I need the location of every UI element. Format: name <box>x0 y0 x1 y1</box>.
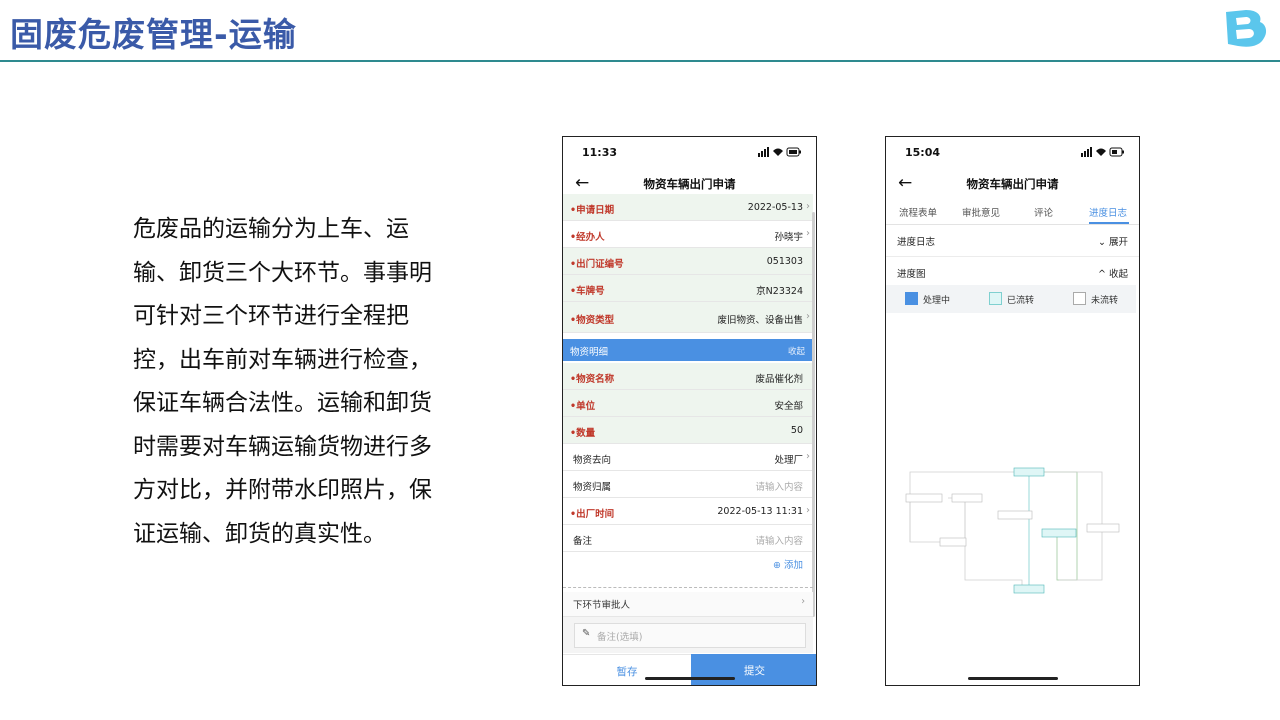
status-bar: 11:33 <box>563 137 816 169</box>
expand-toggle[interactable]: ⌄ 展开 <box>1098 234 1128 248</box>
field-label: •数量 <box>570 428 596 439</box>
progress-log-label: 进度日志 <box>897 237 936 248</box>
field-value: 京N23324 <box>756 286 803 297</box>
ownership-input[interactable]: 请输入内容 <box>755 479 803 493</box>
page-title: 物资车辆出门申请 <box>643 177 736 191</box>
chevron-up-icon: ^ <box>1097 269 1106 280</box>
tab-progress-log[interactable]: 进度日志 <box>1089 205 1127 219</box>
application-form: •申请日期 2022-05-13 › •经办人 孙晓宇 › •出门证编号 051… <box>563 194 813 577</box>
legend-label: 未流转 <box>1091 296 1119 306</box>
title-divider <box>0 60 1280 62</box>
field-value: 2022-05-13 11:31 <box>717 506 803 517</box>
form-row-quantity[interactable]: •数量 50 <box>563 417 813 444</box>
field-value: 处理厂 <box>774 455 803 466</box>
field-label: •申请日期 <box>570 205 615 216</box>
chevron-right-icon: › <box>806 505 810 516</box>
field-value: 孙晓宇 <box>774 232 803 243</box>
material-detail-section: 物资明细 收起 <box>563 339 813 361</box>
status-time: 11:33 <box>582 146 618 159</box>
legend-label: 处理中 <box>923 296 951 306</box>
status-bar: 15:04 <box>886 137 1139 169</box>
home-indicator <box>645 677 735 680</box>
legend-swatch <box>989 292 1002 305</box>
form-row-handler[interactable]: •经办人 孙晓宇 › <box>563 221 813 248</box>
tab-process-form[interactable]: 流程表单 <box>899 205 937 219</box>
field-label: •车牌号 <box>570 286 605 297</box>
legend-label: 已流转 <box>1007 296 1035 306</box>
field-label: •物资类型 <box>570 315 615 326</box>
note-input[interactable]: ✎ 备注(选填) <box>574 623 806 648</box>
phone-screen-form: 11:33 ← 物资车辆出门申请 •申请日期 2022-05-13 › •经办人… <box>562 136 817 686</box>
status-legend: 处理中 已流转 未流转 <box>886 285 1136 313</box>
save-draft-button[interactable]: 暂存 <box>563 654 691 685</box>
tab-bar: 流程表单 审批意见 评论 进度日志 <box>886 199 1139 225</box>
field-label: •单位 <box>570 401 596 412</box>
form-row-apply-date[interactable]: •申请日期 2022-05-13 › <box>563 194 813 221</box>
signal-wifi-battery-icon <box>758 147 801 157</box>
field-label: •出厂时间 <box>570 509 615 520</box>
form-row-destination[interactable]: 物资去向 处理厂 › <box>563 444 813 471</box>
field-label: 备注 <box>573 536 593 547</box>
description-text: 危废品的运输分为上车、运输、卸货三个大环节。事事明可针对三个环节进行全程把控，出… <box>133 216 432 547</box>
field-label: 物资去向 <box>573 455 612 466</box>
page-title: 物资车辆出门申请 <box>966 177 1059 191</box>
form-row-ownership[interactable]: 物资归属 请输入内容 <box>563 471 813 498</box>
bottom-action-bar: 暂存 提交 <box>563 654 816 685</box>
collapse-toggle[interactable]: ^ 收起 <box>1098 266 1128 280</box>
form-row-plate-number[interactable]: •车牌号 京N23324 <box>563 275 813 302</box>
progress-log-row[interactable]: 进度日志 ⌄ 展开 <box>886 225 1139 257</box>
submit-button[interactable]: 提交 <box>691 654 816 685</box>
phone-screen-progress: 15:04 ← 物资车辆出门申请 流程表单 审批意见 评论 进度日志 进度日志 … <box>885 136 1140 686</box>
field-label: •出门证编号 <box>570 259 624 270</box>
pencil-icon: ✎ <box>582 628 591 639</box>
legend-swatch <box>905 292 918 305</box>
dashed-divider <box>563 587 813 588</box>
scrollbar[interactable] <box>812 212 815 617</box>
form-row-unit[interactable]: •单位 安全部 <box>563 390 813 417</box>
add-button[interactable]: ⊕ 添加 <box>773 557 803 571</box>
field-label: 物资归属 <box>573 482 612 493</box>
chevron-right-icon: › <box>806 451 810 462</box>
nav-bar: ← 物资车辆出门申请 <box>886 169 1139 199</box>
collapse-toggle[interactable]: 收起 <box>788 345 805 357</box>
field-label: •经办人 <box>570 232 605 243</box>
field-value: 2022-05-13 <box>747 202 803 213</box>
form-row-material-type[interactable]: •物资类型 废旧物资、设备出售 › <box>563 302 813 333</box>
chevron-down-icon: ⌄ <box>1097 237 1106 248</box>
tab-approval-opinion[interactable]: 审批意见 <box>962 205 1000 219</box>
signal-wifi-battery-icon <box>1081 147 1124 157</box>
active-tab-indicator <box>1089 222 1129 224</box>
slide-title: 固废危废管理-运输 <box>10 15 297 54</box>
chevron-right-icon: › <box>806 228 810 239</box>
field-value: 安全部 <box>774 401 803 412</box>
brand-logo-icon <box>1226 10 1267 47</box>
next-approver-row[interactable]: 下环节审批人 › <box>563 592 813 617</box>
chevron-right-icon: › <box>806 311 810 322</box>
home-indicator <box>968 677 1058 680</box>
field-value: 50 <box>790 425 803 436</box>
form-row-material-name[interactable]: •物资名称 废品催化剂 <box>563 363 813 390</box>
next-approver-label: 下环节审批人 <box>573 600 631 611</box>
form-row-pass-number[interactable]: •出门证编号 051303 <box>563 248 813 275</box>
chevron-right-icon: › <box>806 201 810 212</box>
form-row-exit-time[interactable]: •出厂时间 2022-05-13 11:31 › <box>563 498 813 525</box>
process-flow-diagram <box>905 467 1120 594</box>
chevron-right-icon: › <box>801 596 805 607</box>
field-value: 废旧物资、设备出售 <box>717 315 803 326</box>
note-placeholder: 备注(选填) <box>597 632 643 643</box>
field-label: •物资名称 <box>570 374 615 385</box>
progress-chart-label: 进度图 <box>897 269 926 280</box>
add-row: ⊕ 添加 <box>563 552 813 577</box>
form-row-remark[interactable]: 备注 请输入内容 <box>563 525 813 552</box>
status-time: 15:04 <box>905 146 941 159</box>
tab-comments[interactable]: 评论 <box>1034 205 1053 219</box>
section-label: 物资明细 <box>570 347 609 358</box>
remark-input[interactable]: 请输入内容 <box>755 533 803 547</box>
field-value: 废品催化剂 <box>755 374 803 385</box>
field-value: 051303 <box>766 256 803 267</box>
legend-swatch <box>1073 292 1086 305</box>
